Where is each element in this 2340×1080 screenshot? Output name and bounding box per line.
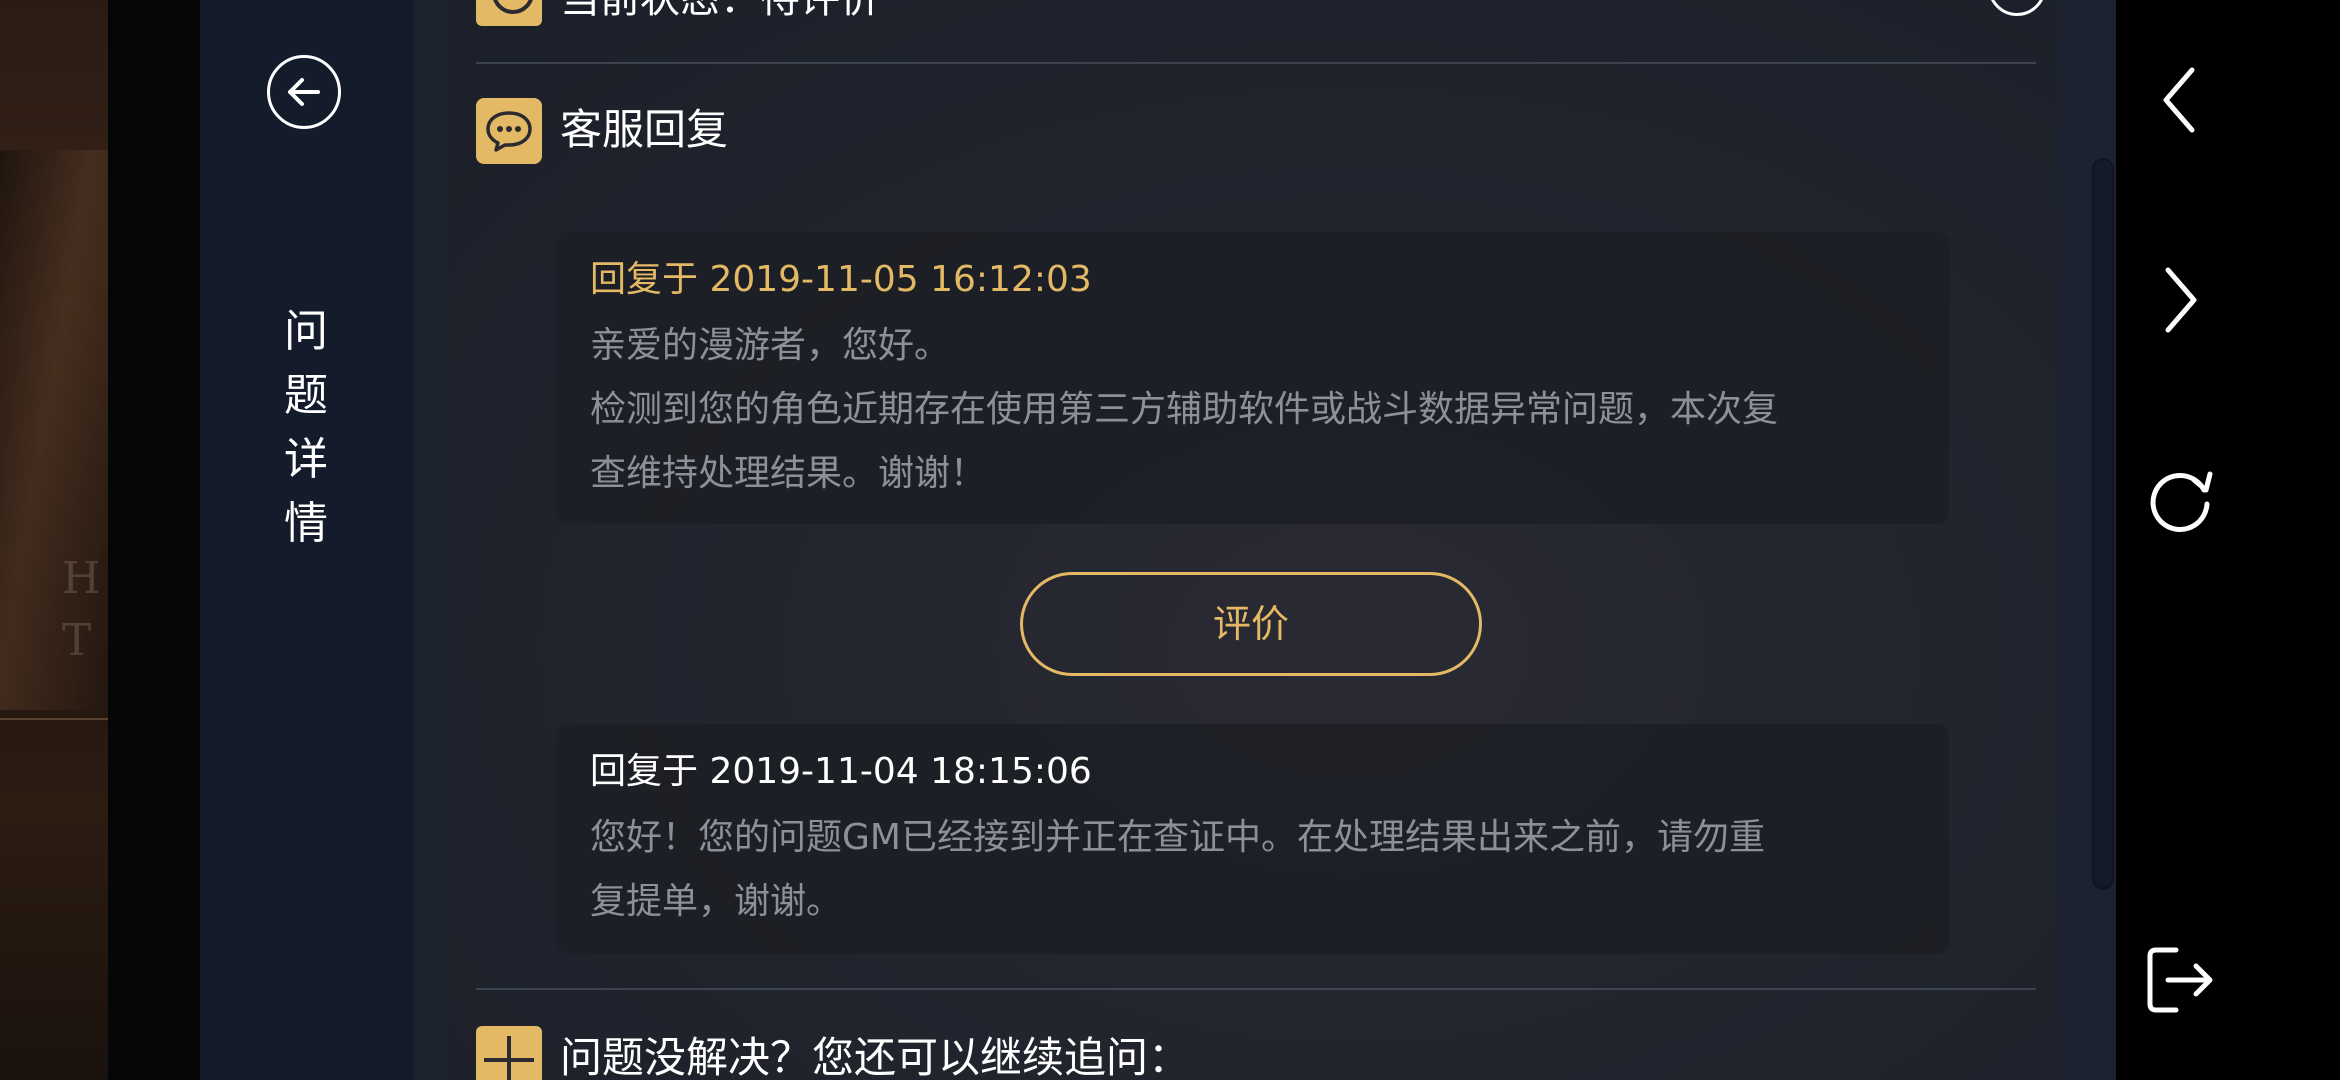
main-panel-edge-left <box>414 0 448 1080</box>
info-icon[interactable]: i <box>1988 0 2046 16</box>
back-arrow-icon <box>288 78 320 106</box>
title-char: 问 <box>284 306 328 357</box>
reply-line: 复提单，谢谢。 <box>590 881 843 922</box>
section-title: 客服回复 <box>560 105 729 154</box>
customer-reply-header: 客服回复 <box>476 98 1276 164</box>
page-title: 问 题 详 情 <box>270 300 342 556</box>
exit-button[interactable] <box>2140 940 2220 1020</box>
rate-button[interactable]: 评价 <box>1020 572 1482 676</box>
reply-date: 回复于 2019-11-05 16:12:03 <box>590 259 1092 300</box>
followup-row[interactable]: 问题没解决？您还可以继续追问： <box>476 1022 1676 1080</box>
status-clock-icon <box>476 0 542 26</box>
nav-forward-button[interactable] <box>2140 260 2220 340</box>
title-char: 情 <box>284 498 328 549</box>
divider <box>476 62 2036 64</box>
reply-card: 回复于 2019-11-04 18:15:06 您好！您的问题GM已经接到并正在… <box>556 724 1949 954</box>
title-char: 题 <box>284 370 328 421</box>
reply-line: 您好！您的问题GM已经接到并正在查证中。在处理结果出来之前，请勿重 <box>590 817 1765 858</box>
plus-icon[interactable] <box>476 1026 542 1080</box>
chevron-left-icon <box>2163 67 2195 133</box>
chat-bubble-icon <box>476 98 542 164</box>
reply-body: 您好！您的问题GM已经接到并正在查证中。在处理结果出来之前，请勿重 复提单，谢谢… <box>590 806 1915 934</box>
reply-body: 亲爱的漫游者，您好。 检测到您的角色近期存在使用第三方辅助软件或战斗数据异常问题… <box>590 314 1915 506</box>
refresh-icon <box>2150 471 2213 532</box>
title-char: 详 <box>284 434 328 485</box>
background-letters: HT <box>62 553 105 666</box>
refresh-button[interactable] <box>2140 460 2220 540</box>
reply-line: 检测到您的角色近期存在使用第三方辅助软件或战斗数据异常问题，本次复 <box>590 389 1779 430</box>
exit-icon <box>2147 947 2213 1013</box>
background-game-scene: HT <box>0 0 108 1080</box>
reply-date: 回复于 2019-11-04 18:15:06 <box>590 751 1092 792</box>
scrollbar-thumb[interactable] <box>2094 160 2112 886</box>
nav-back-button[interactable] <box>2140 60 2220 140</box>
left-gutter <box>108 0 200 1080</box>
status-row: 当前状态：待评价 i <box>476 0 2046 26</box>
chevron-right-icon <box>2165 267 2197 333</box>
reply-card: 回复于 2019-11-05 16:12:03 亲爱的漫游者，您好。 检测到您的… <box>556 232 1949 524</box>
reply-line: 亲爱的漫游者，您好。 <box>590 325 951 366</box>
followup-text: 问题没解决？您还可以继续追问： <box>560 1033 1191 1080</box>
reply-line: 查维持处理结果。谢谢！ <box>590 453 987 494</box>
status-text: 当前状态：待评价 <box>560 0 880 24</box>
back-button[interactable] <box>267 55 341 129</box>
ticket-detail-content[interactable]: 当前状态：待评价 i 客服回复 回复于 2019-11-05 16:12:03 … <box>448 0 2058 1080</box>
divider <box>476 988 2036 990</box>
